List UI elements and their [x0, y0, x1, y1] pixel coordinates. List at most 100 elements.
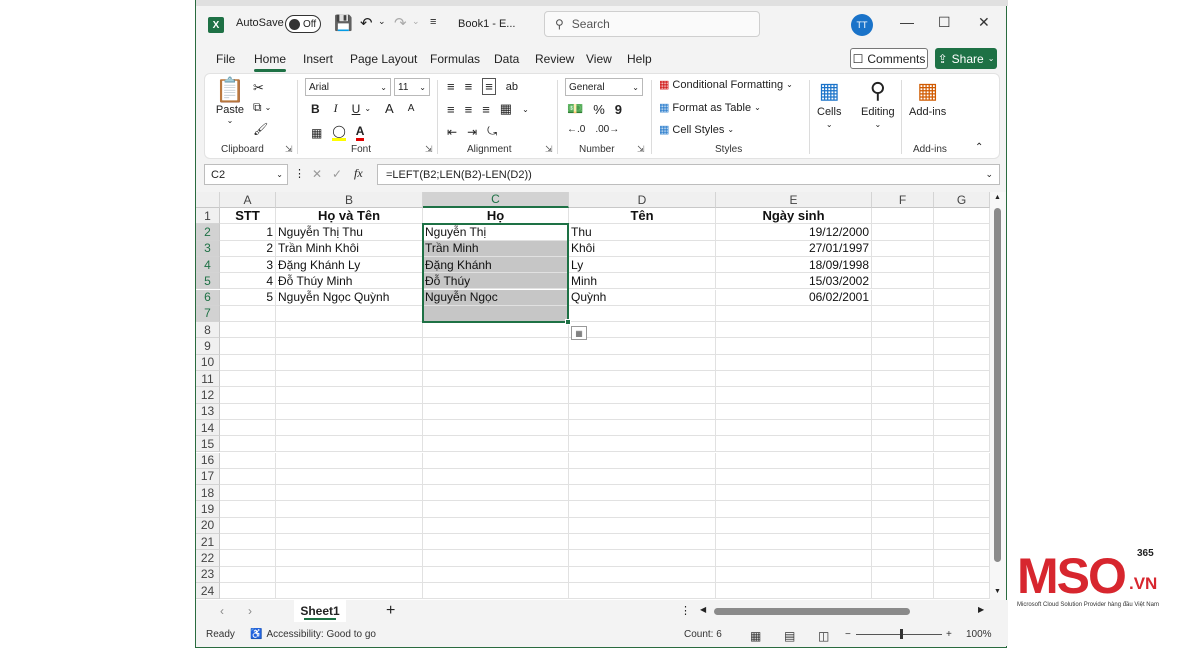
undo-dropdown-icon[interactable]: ⌄: [378, 16, 386, 27]
cell-e3[interactable]: 27/01/1997: [716, 240, 872, 257]
cell-f14[interactable]: [872, 419, 934, 437]
cell-e23[interactable]: [716, 566, 872, 583]
add-sheet-button[interactable]: +: [386, 602, 395, 620]
cell-e1[interactable]: Ngày sinh: [716, 208, 872, 225]
cell-b13[interactable]: [276, 403, 423, 420]
cell-g18[interactable]: [934, 485, 990, 502]
cell-e12[interactable]: [716, 387, 872, 404]
cell-d3[interactable]: Khôi: [569, 240, 716, 257]
cell-g4[interactable]: [934, 256, 990, 274]
cell-c5[interactable]: Đỗ Thúy: [423, 273, 569, 290]
cell-g15[interactable]: [934, 436, 990, 453]
cell-b19[interactable]: [276, 501, 423, 518]
cell-g13[interactable]: [934, 403, 990, 420]
zoom-slider-knob[interactable]: [900, 629, 903, 639]
cell-f18[interactable]: [872, 485, 934, 502]
cell-e18[interactable]: [716, 485, 872, 502]
cell-b6[interactable]: Nguyễn Ngọc Quỳnh: [276, 289, 423, 306]
clipboard-launcher-icon[interactable]: ⇲: [285, 144, 293, 155]
row-header[interactable]: 16: [196, 452, 220, 469]
row-header[interactable]: 18: [196, 485, 220, 502]
cell-c22[interactable]: [423, 550, 569, 567]
cell-a23[interactable]: [220, 566, 276, 583]
decrease-decimal-icon[interactable]: .00→: [595, 124, 619, 135]
comments-button[interactable]: ☐ Comments: [850, 48, 928, 69]
name-box[interactable]: C2 ⌄: [204, 164, 288, 185]
conditional-formatting-button[interactable]: ▦ Conditional Formatting ⌄: [659, 78, 793, 92]
cell-e4[interactable]: 18/09/1998: [716, 256, 872, 274]
cell-b18[interactable]: [276, 485, 423, 502]
maximize-icon[interactable]: ☐: [938, 14, 951, 31]
cell-f5[interactable]: [872, 273, 934, 290]
cell-e6[interactable]: 06/02/2001: [716, 289, 872, 306]
cell-d10[interactable]: [569, 354, 716, 371]
cell-d1[interactable]: Tên: [569, 208, 716, 225]
select-all-corner[interactable]: [196, 192, 220, 208]
font-family-select[interactable]: Arial ⌄: [305, 78, 391, 96]
cell-d17[interactable]: [569, 468, 716, 486]
paste-button[interactable]: 📋 Paste ⌄: [215, 78, 245, 126]
row-header[interactable]: 2: [196, 224, 220, 241]
undo-icon[interactable]: ↶: [360, 14, 373, 32]
cell-a2[interactable]: 1: [220, 224, 276, 241]
row-header[interactable]: 11: [196, 371, 220, 388]
tab-home[interactable]: Home: [254, 52, 287, 72]
number-launcher-icon[interactable]: ⇲: [637, 144, 645, 155]
cell-b7[interactable]: [276, 305, 423, 323]
cell-a10[interactable]: [220, 354, 276, 371]
increase-indent-icon[interactable]: ⇥: [467, 125, 477, 139]
cell-b21[interactable]: [276, 534, 423, 551]
cell-b1[interactable]: Họ và Tên: [276, 208, 423, 225]
cell-g1[interactable]: [934, 208, 990, 225]
cell-g20[interactable]: [934, 517, 990, 534]
cell-e22[interactable]: [716, 550, 872, 567]
borders-icon[interactable]: ▦: [311, 126, 322, 140]
cell-b9[interactable]: [276, 338, 423, 355]
scroll-up-icon[interactable]: ▲: [994, 194, 1001, 201]
cell-e8[interactable]: [716, 322, 872, 339]
alignment-launcher-icon[interactable]: ⇲: [545, 144, 553, 155]
column-header-e[interactable]: E: [716, 192, 872, 208]
cell-c1[interactable]: Họ: [423, 208, 569, 225]
row-header[interactable]: 20: [196, 517, 220, 534]
row-header[interactable]: 7: [196, 305, 220, 323]
file-name[interactable]: Book1 - E...: [458, 18, 515, 30]
cell-c19[interactable]: [423, 501, 569, 518]
cell-a5[interactable]: 4: [220, 273, 276, 290]
sheet-tab-sheet1[interactable]: Sheet1: [294, 600, 346, 622]
page-layout-view-icon[interactable]: ▤: [784, 629, 795, 643]
cell-g2[interactable]: [934, 224, 990, 241]
cell-e9[interactable]: [716, 338, 872, 355]
tab-view[interactable]: View: [586, 52, 612, 66]
cell-b3[interactable]: Trần Minh Khôi: [276, 240, 423, 257]
cell-a15[interactable]: [220, 436, 276, 453]
cell-c12[interactable]: [423, 387, 569, 404]
cell-d12[interactable]: [569, 387, 716, 404]
formula-input[interactable]: =LEFT(B2;LEN(B2)-LEN(D2)) ⌄: [377, 164, 1000, 185]
autosave-toggle[interactable]: Off: [285, 15, 321, 33]
cell-g12[interactable]: [934, 387, 990, 404]
vertical-scroll-thumb[interactable]: [994, 208, 1001, 562]
cell-a16[interactable]: [220, 452, 276, 469]
cell-c14[interactable]: [423, 419, 569, 437]
column-header-b[interactable]: B: [276, 192, 423, 208]
cell-g8[interactable]: [934, 322, 990, 339]
cell-a6[interactable]: 5: [220, 289, 276, 306]
wrap-text-icon[interactable]: ab: [506, 81, 518, 93]
insert-function-button[interactable]: fx: [354, 166, 363, 181]
font-size-select[interactable]: 11 ⌄: [394, 78, 430, 96]
cell-b8[interactable]: [276, 322, 423, 339]
editing-button[interactable]: ⚲ Editing ⌄: [861, 78, 895, 129]
cell-e2[interactable]: 19/12/2000: [716, 224, 872, 241]
cell-g9[interactable]: [934, 338, 990, 355]
cell-b17[interactable]: [276, 468, 423, 486]
zoom-in-button[interactable]: +: [946, 629, 952, 640]
cell-d16[interactable]: [569, 452, 716, 469]
fill-color-icon[interactable]: ◯: [332, 124, 346, 141]
cell-a20[interactable]: [220, 517, 276, 534]
cell-c20[interactable]: [423, 517, 569, 534]
cell-d11[interactable]: [569, 371, 716, 388]
cell-g16[interactable]: [934, 452, 990, 469]
cell-a8[interactable]: [220, 322, 276, 339]
italic-button[interactable]: I: [334, 101, 338, 116]
